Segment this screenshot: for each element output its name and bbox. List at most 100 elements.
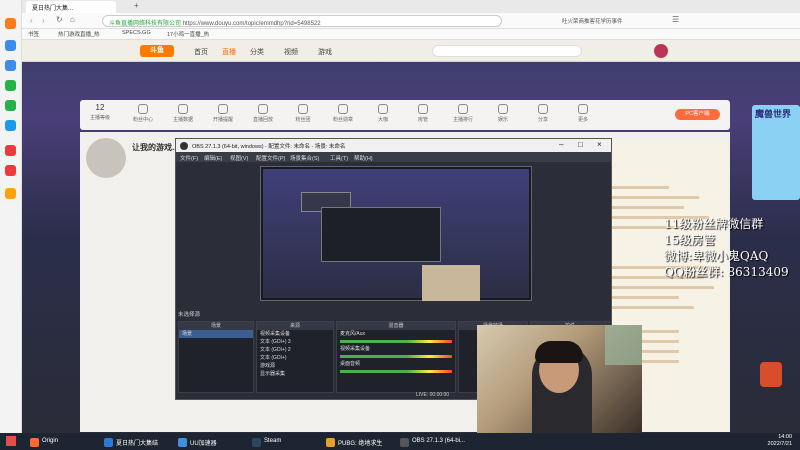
webcam-window [605,325,642,365]
douyu-search-input[interactable] [432,45,582,57]
app-icon[interactable] [5,165,16,176]
obs-titlebar: OBS 27.1.3 (64-bit, windows) - 配置文件: 未命名… [176,139,611,152]
overlay-line: 微博:卑微小鬼QAQ [664,249,769,263]
menu-edit[interactable]: 编辑(E) [204,154,222,162]
source-item[interactable]: 显示器采集 [257,370,333,378]
forward-icon[interactable]: › [42,16,45,25]
bookmark-item[interactable]: 热门游戏直播_热 [58,30,100,38]
bookmark-item[interactable]: SPECS.GG [122,30,151,36]
menu-file[interactable]: 文件(F) [180,154,198,162]
audio-meter[interactable] [340,355,452,358]
dock-title: 场景 [179,322,253,330]
maximize-icon[interactable]: □ [578,140,583,149]
obs-logo-icon [180,142,188,150]
douyu-logo[interactable]: 斗鱼 [140,45,174,57]
taskbar-clock[interactable]: 14:00 2022/7/21 [768,434,792,448]
start-icon[interactable] [6,436,16,446]
more-icon [578,104,588,114]
category-item[interactable]: 粉丝勋章 [325,102,361,123]
url-text: https://www.douyu.com/topic/emmdhp?rid=5… [182,21,321,27]
obs-menubar: 文件(F) 编辑(E) 视图(V) 配置文件(P) 场景集合(S) 工具(T) … [176,152,611,162]
taskbar-item[interactable]: PUBG: 绝地求生 [326,436,382,448]
close-icon[interactable]: × [597,140,602,149]
tab-bar: 夏日热门大集... + [22,0,800,13]
category-item[interactable]: 房管 [405,102,441,123]
sources-dock: 来源 视频采集设备 文本 (GDI+) 3 文本 (GDI+) 2 文本 (GD… [256,321,334,393]
nav-category[interactable]: 分类 [250,47,264,57]
back-icon[interactable]: ‹ [30,16,33,25]
category-item[interactable]: 大咖 [365,102,401,123]
nav-video[interactable]: 视频 [284,47,298,57]
category-item[interactable]: 主播数据 [165,102,201,123]
minimize-icon[interactable]: – [559,140,563,149]
bookmark-item[interactable]: 书签 [28,30,39,38]
menu-help[interactable]: 帮助(H) [354,154,373,162]
chat-message [609,306,694,309]
mixer-channel: 桌面音频 [340,361,361,367]
taskbar-item[interactable]: Steam [252,436,281,448]
category-item[interactable]: 直播回放 [245,102,281,123]
overlay-line: QQ粉丝群: 86313409 [664,265,789,279]
stream-overlay-text: 11级粉丝牌微信群 15级房管 微博:卑微小鬼QAQ QQ粉丝群: 863134… [664,216,800,280]
scene-item[interactable]: 场景 [179,330,253,338]
app-icon[interactable] [5,18,16,29]
left-sidebar [0,0,22,433]
source-item[interactable]: 文本 (GDI+) 2 [257,346,333,354]
search-suggestion[interactable]: 吐火荣商推客花学历事件 [562,17,623,25]
extensions-icon[interactable]: ☰ [672,15,679,24]
user-avatar[interactable] [654,44,668,58]
category-item[interactable]: 开播提醒 [205,102,241,123]
chat-icon[interactable] [5,100,16,111]
streamer-avatar[interactable] [86,138,126,178]
new-tab-button[interactable]: + [134,1,139,10]
category-item[interactable]: 更多 [565,102,601,123]
app-icon[interactable] [5,188,16,199]
category-item[interactable]: 粉丝中心 [125,102,161,123]
tab-active[interactable]: 夏日热门大集... [26,1,116,13]
bookmarks-bar: 书签 热门游戏直播_热 SPECS.GG 17小鸡一直播_热 [22,29,800,40]
category-item[interactable]: 主播排行 [445,102,481,123]
audio-meter[interactable] [340,340,452,343]
menu-profile[interactable]: 配置文件(P) [256,154,285,162]
app-icon[interactable] [5,40,16,51]
url-input[interactable]: 斗鱼直播网络科技有限公司 https://www.douyu.com/topic… [102,15,502,27]
chart-icon [178,104,188,114]
category-item[interactable]: 12 主播等级 [82,102,118,121]
medal-icon [338,104,348,114]
app-icon[interactable] [5,60,16,71]
taskbar-item[interactable]: OBS 27.1.3 (64-bi... [400,436,465,448]
category-item[interactable]: 娱乐 [485,102,521,123]
game-ad[interactable]: 魔兽世界 [752,105,800,200]
taskbar-item[interactable]: Origin [30,436,58,448]
pc-client-button[interactable]: PC客户端 [675,109,720,120]
rank-icon [458,104,468,114]
bookmark-item[interactable]: 17小鸡一直播_热 [167,30,209,38]
obs-title-text: OBS 27.1.3 (64-bit, windows) - 配置文件: 未命名… [192,144,346,150]
source-item[interactable]: 视频采集设备 [257,330,333,338]
level-count: 12 [95,103,105,112]
category-item[interactable]: 粉丝团 [285,102,321,123]
nav-live[interactable]: 直播 [222,47,236,57]
home-icon[interactable]: ⌂ [70,15,75,24]
nav-games[interactable]: 游戏 [318,47,332,57]
chat-icon[interactable] [5,80,16,91]
obs-preview[interactable] [260,166,532,301]
source-item[interactable]: 游戏源 [257,362,333,370]
bell-icon [218,104,228,114]
nav-home[interactable]: 首页 [194,47,208,57]
audio-meter[interactable] [340,370,452,373]
app-icon[interactable] [5,145,16,156]
source-item[interactable]: 文本 (GDI+) [257,354,333,362]
source-item[interactable]: 文本 (GDI+) 3 [257,338,333,346]
bird-icon[interactable] [5,120,16,131]
preview-webcam [422,265,480,301]
chat-message [609,296,679,299]
menu-scene-collection[interactable]: 场景集合(S) [290,154,319,162]
category-item[interactable]: 分享 [525,102,561,123]
taskbar-item[interactable]: UU加速器 [178,436,217,448]
group-icon [298,104,308,114]
menu-tools[interactable]: 工具(T) [330,154,348,162]
menu-view[interactable]: 视图(V) [230,154,248,162]
reload-icon[interactable]: ↻ [56,15,63,24]
taskbar-item[interactable]: 夏日热门大集结 [104,436,158,448]
